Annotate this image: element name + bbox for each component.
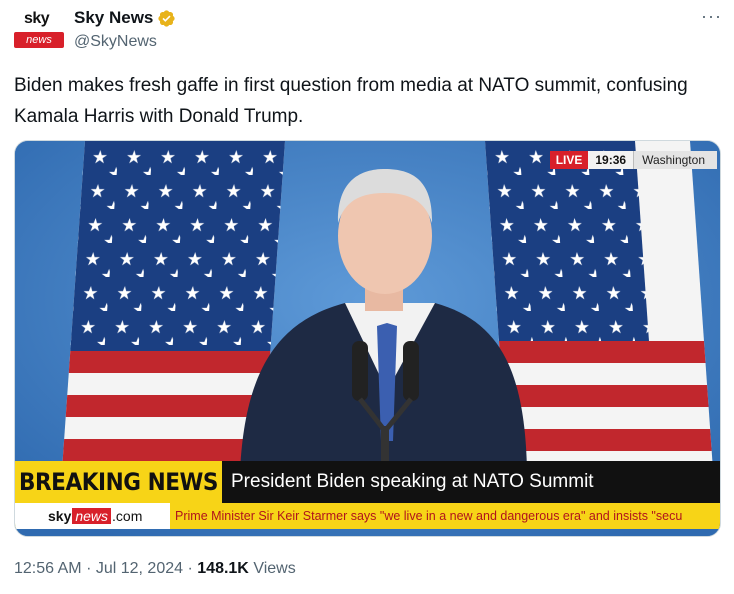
avatar-sky-text: sky xyxy=(24,10,50,27)
logo-sky-text: sky xyxy=(48,508,72,524)
broadcast-time: 19:36 xyxy=(588,151,634,169)
video-player[interactable]: ★ ★ xyxy=(14,140,721,537)
ticker-text: Prime Minister Sir Keir Starmer says "we… xyxy=(175,509,683,523)
verified-badge-icon[interactable] xyxy=(157,9,176,28)
broadcast-location: Washington xyxy=(633,151,717,169)
author-handle[interactable]: @SkyNews xyxy=(74,33,157,51)
tweet-card: sky news Sky News @SkyNews ··· Biden mak… xyxy=(0,0,734,594)
avatar[interactable]: sky news xyxy=(14,8,64,54)
meta-separator: · xyxy=(86,560,92,577)
tweet-text: Biden makes fresh gaffe in first questio… xyxy=(14,75,688,127)
breaking-news-bar: BREAKING NEWS President Biden speaking a… xyxy=(15,461,720,503)
views-count[interactable]: 148.1K xyxy=(197,560,249,577)
tweet-date[interactable]: Jul 12, 2024 xyxy=(96,560,183,577)
breaking-headline: President Biden speaking at NATO Summit xyxy=(231,471,594,492)
live-bug: LIVE 19:36 Washington xyxy=(549,151,717,169)
author-name-row: Sky News xyxy=(74,8,176,28)
views-label: Views xyxy=(253,560,296,577)
ticker-bar: sky news .com Prime Minister Sir Keir St… xyxy=(15,503,720,529)
more-options-icon[interactable]: ··· xyxy=(701,6,722,27)
live-label: LIVE xyxy=(549,151,589,169)
sky-news-logo: sky news .com xyxy=(15,503,170,529)
meta-separator: · xyxy=(187,560,193,577)
logo-news-text: news xyxy=(72,508,112,524)
logo-com-text: .com xyxy=(112,508,143,524)
author-display-name[interactable]: Sky News xyxy=(74,8,153,28)
avatar-news-text: news xyxy=(14,32,64,48)
tweet-metadata: 12:56 AM · Jul 12, 2024 · 148.1K Views xyxy=(14,560,296,578)
tweet-time[interactable]: 12:56 AM xyxy=(14,560,82,577)
breaking-news-label: BREAKING NEWS xyxy=(15,461,222,503)
